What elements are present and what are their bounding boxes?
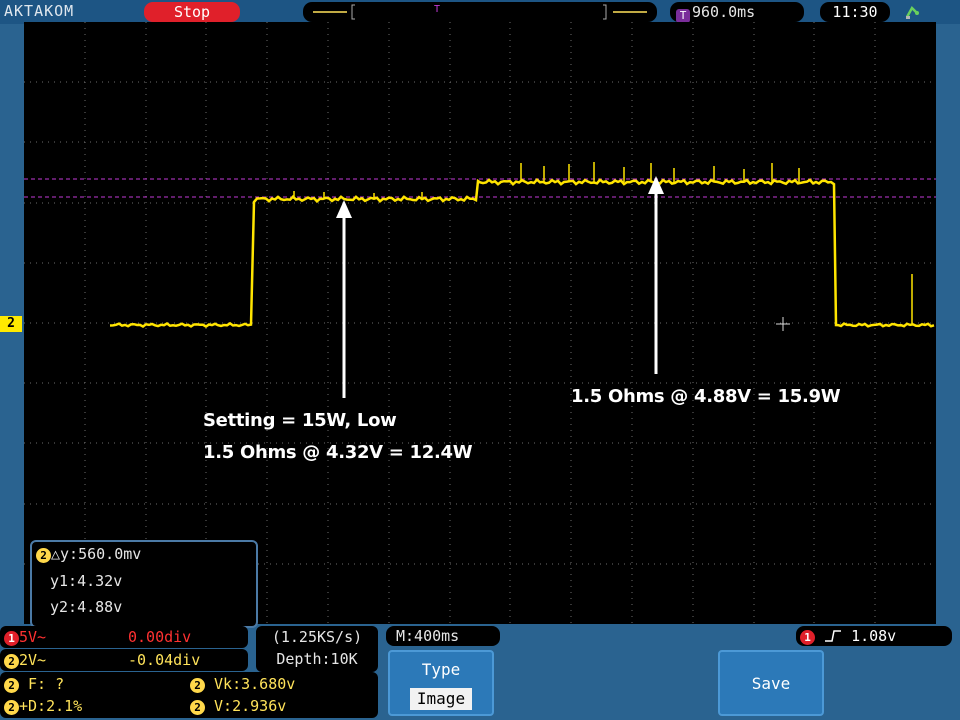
y1-readout: y1:4.32v xyxy=(50,572,123,590)
duty-readout: +D:2.1% xyxy=(19,697,83,715)
v-readout: V:2.936v xyxy=(214,697,287,715)
run-stop-button[interactable]: Stop xyxy=(144,2,240,22)
meas-channel-badge: 2 xyxy=(190,700,205,715)
arrow-low-head xyxy=(336,200,352,218)
meas-channel-badge: 2 xyxy=(4,700,19,715)
rising-edge-icon xyxy=(824,628,842,642)
trigger-channel-badge: 1 xyxy=(800,630,815,645)
waveform-display xyxy=(24,22,936,624)
trigger-level: 1.08v xyxy=(851,627,897,645)
vk-readout: Vk:3.680v xyxy=(214,675,296,693)
save-label: Save xyxy=(751,674,791,693)
timebase-value: 960.0ms xyxy=(692,3,756,21)
frequency-readout: F: ? xyxy=(28,675,65,693)
annotation-low-line1: Setting = 15W, Low xyxy=(203,410,397,431)
graticule xyxy=(24,22,936,624)
ch2-offset: -0.04div xyxy=(128,651,201,669)
ch2-waveform xyxy=(109,177,935,328)
type-value: Image xyxy=(410,688,472,710)
ch1-scale: 5V~ xyxy=(19,628,47,646)
channel-2-badge: 2 xyxy=(4,654,19,669)
type-softkey[interactable]: Type Image xyxy=(388,650,494,716)
brand-label: AKTAKOM xyxy=(4,2,75,20)
trigger-position-bar[interactable]: T xyxy=(303,2,657,22)
ch1-info[interactable]: 1 5V~ 0.00div xyxy=(0,626,248,648)
trigger-marker-icon: T xyxy=(434,4,440,15)
y2-readout: y2:4.88v xyxy=(50,598,123,616)
clock: 11:30 xyxy=(820,2,890,22)
horizontal-position[interactable]: M:400ms xyxy=(386,626,500,646)
ch2-scale: 2V~ xyxy=(19,651,47,669)
measurements-panel: 2 F: ? 2 +D:2.1% 2 Vk:3.680v 2 V:2.936v xyxy=(0,672,378,718)
timebase-badge-icon: T xyxy=(676,9,690,23)
save-softkey[interactable]: Save xyxy=(718,650,824,716)
annotation-low-line2: 1.5 Ohms @ 4.32V = 12.4W xyxy=(203,442,473,463)
usb-icon xyxy=(904,4,920,24)
ch1-offset: 0.00div xyxy=(128,628,192,646)
memory-depth: Depth:10K xyxy=(276,650,358,668)
cursor-readout-box: 2 △y:560.0mv y1:4.32v y2:4.88v xyxy=(30,540,258,628)
acquisition-info: (1.25KS/s) Depth:10K xyxy=(256,626,378,672)
channel-2-badge: 2 xyxy=(36,548,51,563)
type-label: Type xyxy=(421,660,461,679)
ch2-trace xyxy=(109,162,935,328)
ch2-level-marker[interactable]: 2 xyxy=(0,316,22,332)
delta-y-readout: △y:560.0mv xyxy=(51,545,142,563)
trigger-info[interactable]: 1 1.08v xyxy=(796,626,952,646)
annotation-high-line1: 1.5 Ohms @ 4.88V = 15.9W xyxy=(571,386,841,407)
scope-screen[interactable] xyxy=(24,22,936,624)
meas-channel-badge: 2 xyxy=(190,678,205,693)
trigger-position-graphic: T xyxy=(313,4,647,20)
ch2-info[interactable]: 2 2V~ -0.04div xyxy=(0,649,248,671)
channel-1-badge: 1 xyxy=(4,631,19,646)
sample-rate: (1.25KS/s) xyxy=(271,628,363,646)
timebase-display[interactable]: T 960.0ms xyxy=(670,2,804,23)
meas-channel-badge: 2 xyxy=(4,678,19,693)
